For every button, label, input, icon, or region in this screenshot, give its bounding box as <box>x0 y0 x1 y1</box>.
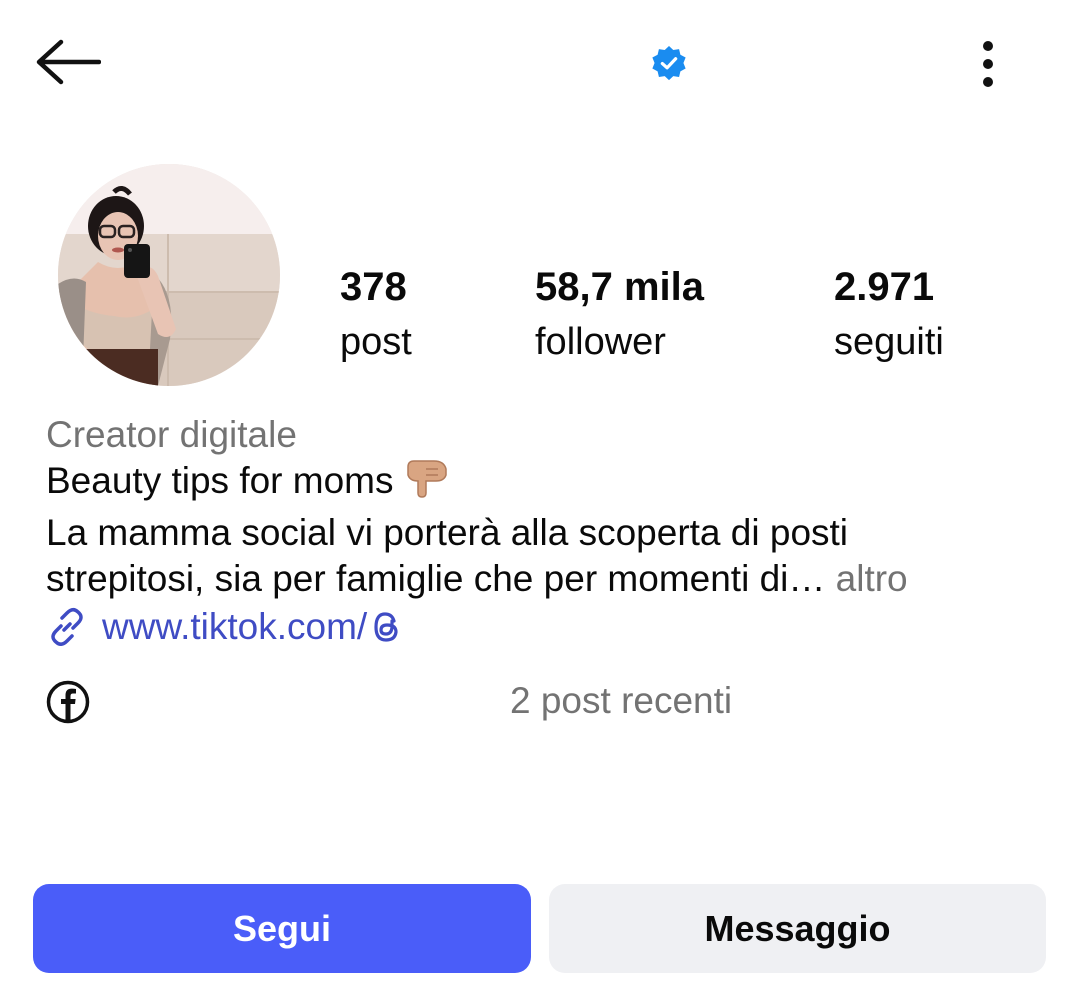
profile-photo <box>58 164 280 386</box>
posts-count: 378 <box>340 265 407 309</box>
followers-label: follower <box>535 321 666 363</box>
followers-count: 58,7 mila <box>535 265 705 309</box>
arrow-left-icon <box>36 39 101 85</box>
posts-label: post <box>340 321 412 363</box>
bio-line-1-text: Beauty tips for moms <box>46 460 394 501</box>
profile-link-text: www.tiktok.com/ <box>102 606 368 647</box>
vertical-dots-icon <box>983 41 993 87</box>
bio-line-3-text: strepitosi, sia per famiglie che per mom… <box>46 558 826 599</box>
facebook-icon[interactable] <box>46 680 90 724</box>
pointing-down-hand-icon <box>406 460 447 498</box>
bio-line-3: strepitosi, sia per famiglie che per mom… <box>46 556 1046 602</box>
avatar[interactable] <box>58 164 280 386</box>
following-count: 2.971 <box>834 265 935 309</box>
following-label: seguiti <box>834 321 944 363</box>
message-button[interactable]: Messaggio <box>549 884 1046 973</box>
link-icon <box>46 606 88 648</box>
back-button[interactable] <box>30 32 106 92</box>
bio-section: Creator digitale Beauty tips for moms La… <box>46 412 1046 650</box>
bio-more-link[interactable]: altro <box>836 558 908 599</box>
more-options-button[interactable] <box>960 34 1016 94</box>
profile-link[interactable]: www.tiktok.com/ <box>46 604 1046 650</box>
bio-line-2: La mamma social vi porterà alla scoperta… <box>46 512 849 553</box>
following-stat[interactable]: 2.971 seguiti <box>834 258 944 368</box>
followers-stat[interactable]: 58,7 mila follower <box>535 258 704 368</box>
bio-line-1: Beauty tips for moms <box>46 458 1046 510</box>
profile-category: Creator digitale <box>46 414 297 455</box>
threads-icon <box>371 610 401 644</box>
posts-stat[interactable]: 378 post <box>340 258 412 368</box>
recent-posts-label[interactable]: 2 post recenti <box>510 678 732 724</box>
verified-badge-icon <box>652 45 686 81</box>
pointing-down-emoji <box>404 459 450 510</box>
follow-button[interactable]: Segui <box>33 884 531 973</box>
profile-header <box>0 0 1080 130</box>
